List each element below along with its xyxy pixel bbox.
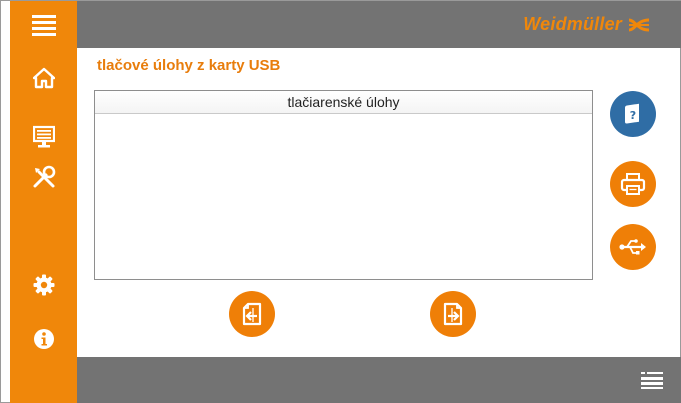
home-icon [32, 67, 55, 89]
weidmuller-cross-logo [628, 18, 650, 31]
brand-name: Weidmüller [523, 14, 622, 34]
header-bar: Weidmüller [77, 1, 681, 48]
table-header: tlačiarenské úlohy [95, 91, 592, 114]
table-body[interactable] [95, 114, 592, 279]
footer-bar [77, 357, 681, 403]
import-button[interactable] [229, 291, 275, 337]
document-export-icon [443, 302, 463, 326]
export-button[interactable] [430, 291, 476, 337]
print-jobs-table: tlačiarenské úlohy [94, 90, 593, 280]
list-view-button[interactable] [641, 371, 663, 389]
list-view-icon [641, 372, 663, 389]
usb-icon [619, 239, 646, 255]
usb-button[interactable] [610, 224, 656, 270]
printer-icon [620, 173, 646, 195]
document-import-icon [242, 302, 262, 326]
monitor-button[interactable] [10, 119, 77, 155]
brand: Weidmüller [523, 14, 650, 35]
gear-icon [33, 274, 54, 296]
hamburger-menu-icon [31, 15, 56, 36]
home-button[interactable] [10, 60, 77, 96]
sidebar [10, 1, 77, 403]
settings-button[interactable] [10, 267, 77, 303]
print-button[interactable] [610, 161, 656, 207]
info-button[interactable] [10, 321, 77, 357]
monitor-icon [32, 125, 55, 148]
help-book-icon: ? [625, 103, 639, 124]
help-button[interactable]: ? [610, 91, 656, 137]
app-window: Weidmüller tlačové úlohy z karty USB tla… [0, 0, 681, 403]
tools-icon [33, 165, 55, 188]
svg-text:?: ? [630, 109, 636, 122]
page-title: tlačové úlohy z karty USB [97, 57, 281, 74]
info-icon [33, 329, 54, 349]
menu-button[interactable] [10, 7, 77, 43]
tools-button[interactable] [10, 159, 77, 195]
